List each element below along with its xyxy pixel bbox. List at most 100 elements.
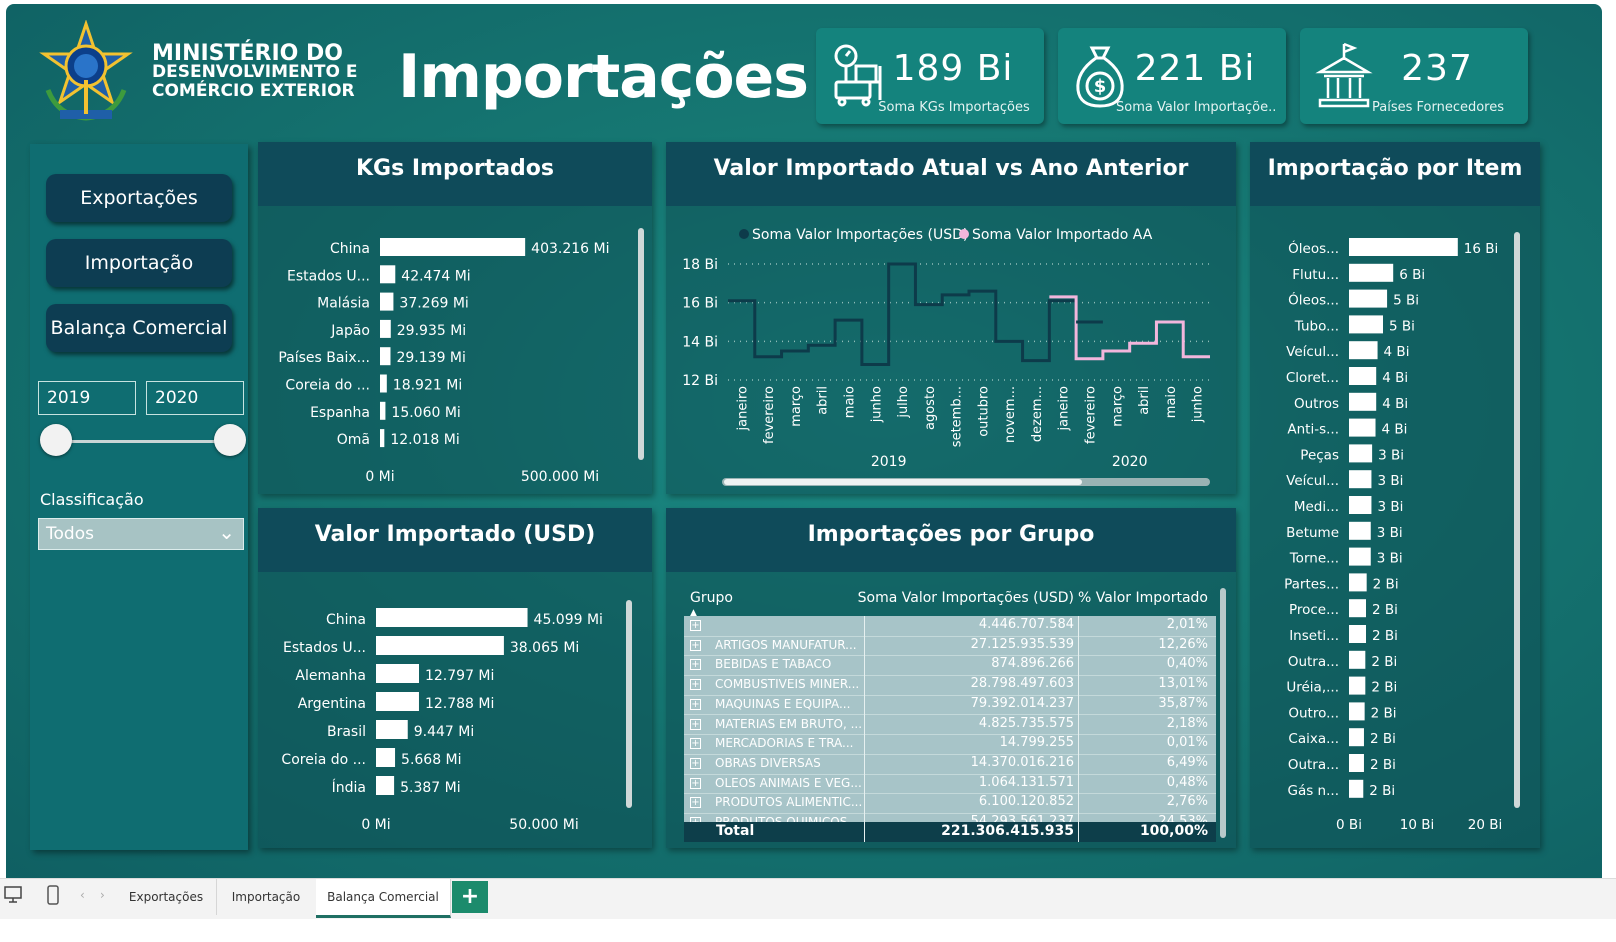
table-row[interactable]: + OLEOS ANIMAIS E VEG... 1.064.131.571 0,48… (684, 774, 1216, 795)
group-table-scrollbar[interactable] (1220, 588, 1226, 838)
add-page-button[interactable]: + (452, 881, 488, 913)
bar-category-label: Tubo... (1294, 318, 1339, 334)
nav-importacao-button[interactable]: Importação (46, 239, 232, 287)
expand-row-icon[interactable]: + (690, 639, 701, 651)
bar-data-label: 29.935 Mi (397, 323, 466, 339)
bar-category-label: Betume (1286, 525, 1339, 541)
table-row[interactable]: + COMBUSTIVEIS MINER... 28.798.497.603 13,0… (684, 675, 1216, 696)
x-tick-label: fevereiro (762, 386, 777, 444)
page-tab-bar: ‹ › Exportações Importação Balança Comer… (0, 878, 1616, 919)
ministry-name: MINISTÉRIO DO DESENVOLVIMENTO E COMÉRCIO… (152, 43, 357, 101)
desktop-view-icon[interactable] (4, 885, 24, 905)
cell-pct: 0,48% (1166, 774, 1208, 790)
item-scrollbar[interactable] (1514, 232, 1520, 808)
tab-scroll-left-icon[interactable]: ‹ (80, 888, 85, 902)
table-row[interactable]: + BEBIDAS E TABACO 874.896.266 0,40% (684, 655, 1216, 677)
bar-data-label: 16 Bi (1464, 241, 1498, 257)
table-row[interactable]: + OBRAS DIVERSAS 14.370.016.216 6,49% (684, 754, 1216, 775)
bar-category-label: Peças (1300, 447, 1339, 463)
usd-scrollbar[interactable] (626, 600, 632, 808)
cell-value: 27.125.935.539 (970, 636, 1074, 652)
bar-data-label: 2 Bi (1372, 628, 1398, 644)
group-panel-title: Importações por Grupo (666, 508, 1236, 572)
kgs-panel-title: KGs Importados (258, 142, 652, 206)
nav-exportacoes-button[interactable]: Exportações (46, 174, 232, 222)
x-tick-label: março (789, 386, 804, 427)
year-slider-end-handle[interactable] (214, 424, 246, 456)
year-group-label: 2019 (871, 454, 907, 470)
x-tick-label: abril (816, 386, 831, 415)
line-horizontal-scrollbar[interactable] (722, 478, 1210, 486)
year-to-input[interactable]: 2020 (146, 381, 244, 415)
bar (376, 664, 419, 683)
cell-pct: 2,76% (1166, 794, 1208, 810)
table-row[interactable]: + MAQUINAS E EQUIPA... 79.392.014.237 35,87… (684, 695, 1216, 716)
group-table-body: +4.446.707.584 2,01% + ARTIGOS MANUFATUR...… (684, 616, 1216, 822)
bar-category-label: Estados U... (287, 268, 370, 284)
bar-data-label: 4 Bi (1382, 396, 1408, 412)
expand-row-icon[interactable]: + (690, 757, 701, 769)
table-row[interactable]: +PRODUTOS QUIMICOS54.293.561.23724,53% (684, 813, 1216, 822)
tab-importacao[interactable]: Importação (216, 879, 317, 915)
bar (1349, 573, 1367, 592)
bar-category-label: Índia (332, 779, 366, 796)
bar (1349, 238, 1458, 256)
table-row[interactable]: + MERCADORIAS E TRA... 14.799.255 0,01% (684, 734, 1216, 755)
x-tick-label: setemb... (950, 386, 965, 447)
col-header-grupo[interactable]: Grupo (690, 590, 733, 606)
x-tick-label: 10 Bi (1400, 817, 1434, 833)
table-row[interactable]: + ARTIGOS MANUFATUR... 27.125.935.539 12,26… (684, 636, 1216, 657)
expand-row-icon[interactable]: + (690, 738, 701, 750)
expand-row-icon[interactable]: + (690, 797, 701, 809)
cell-group: PRODUTOS ALIMENTIC... (715, 795, 863, 810)
group-table-total-row: Total 221.306.415.935 100,00% (684, 822, 1216, 842)
year-slider-track[interactable] (56, 440, 230, 443)
bar-data-label: 15.060 Mi (391, 405, 460, 421)
tab-exportacoes[interactable]: Exportações (116, 879, 217, 915)
mobile-view-icon[interactable] (46, 885, 60, 907)
classification-dropdown[interactable]: Todos ⌄ (38, 518, 244, 550)
bar-data-label: 12.797 Mi (425, 668, 494, 684)
bar (380, 374, 387, 393)
expand-row-icon[interactable]: + (690, 718, 701, 730)
line-chart: Soma Valor Importações (USD) Soma Valor I… (682, 227, 1210, 470)
bar (1349, 779, 1364, 798)
usd-panel-title: Valor Importado (USD) (258, 508, 652, 572)
bar-data-label: 2 Bi (1372, 602, 1398, 618)
expand-row-icon[interactable]: + (690, 679, 701, 691)
bar (380, 238, 526, 256)
classification-label: Classificação (40, 490, 144, 509)
bar-data-label: 2 Bi (1370, 757, 1396, 773)
expand-row-icon[interactable]: + (690, 620, 701, 631)
year-from-input[interactable]: 2019 (38, 381, 136, 415)
bar-data-label: 3 Bi (1378, 447, 1404, 463)
col-header-valor[interactable]: Soma Valor Importações (USD) (858, 590, 1074, 606)
bar-category-label: Medi... (1294, 499, 1339, 515)
bar-category-label: Partes... (1284, 576, 1339, 592)
bar (380, 292, 394, 311)
x-tick-label: janeiro (1057, 386, 1072, 431)
cell-group: OBRAS DIVERSAS (715, 755, 821, 770)
year-group-label: 2020 (1112, 454, 1148, 470)
line-scrollbar-thumb[interactable] (724, 479, 1082, 485)
bar-data-label: 4 Bi (1382, 422, 1408, 438)
year-slider-start-handle[interactable] (40, 424, 72, 456)
x-tick-label: maio (843, 386, 858, 418)
tab-balanca-comercial[interactable]: Balança Comercial (316, 879, 451, 918)
expand-row-icon[interactable]: + (690, 659, 701, 671)
bar (380, 401, 386, 420)
table-row[interactable]: + MATERIAS EM BRUTO, ... 4.825.735.575 2,18… (684, 715, 1216, 736)
kgs-scrollbar[interactable] (638, 228, 644, 460)
col-header-pct[interactable]: % Valor Importado (1078, 590, 1208, 606)
nav-balanca-comercial-button[interactable]: Balança Comercial (46, 304, 232, 352)
bar-category-label: Gás n... (1288, 783, 1340, 799)
bar-data-label: 42.474 Mi (401, 268, 470, 284)
table-row[interactable]: +4.446.707.584 2,01% (684, 616, 1216, 637)
tab-scroll-right-icon[interactable]: › (100, 888, 105, 902)
bar (380, 265, 396, 284)
expand-row-icon[interactable]: + (690, 698, 701, 710)
cell-value: 14.370.016.216 (970, 754, 1074, 770)
table-row[interactable]: + PRODUTOS ALIMENTIC... 6.100.120.852 2,76% (684, 793, 1216, 814)
total-value: 221.306.415.935 (941, 823, 1074, 839)
expand-row-icon[interactable]: + (690, 777, 701, 789)
